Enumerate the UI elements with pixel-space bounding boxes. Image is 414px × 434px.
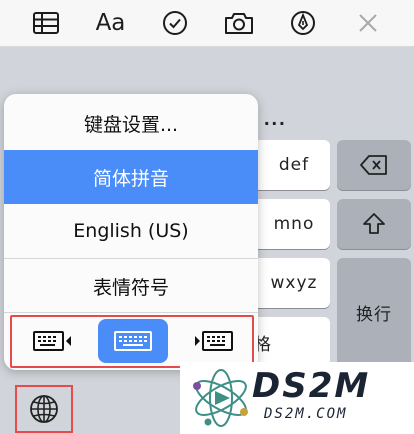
key-mno[interactable]: mno xyxy=(258,199,330,249)
globe-icon xyxy=(30,395,58,423)
camera-icon[interactable] xyxy=(222,6,256,40)
atom-logo-icon xyxy=(193,369,248,427)
more-candidates-indicator[interactable]: ... xyxy=(264,108,287,131)
watermark-brand: DS2M xyxy=(252,366,371,406)
left-handed-keyboard-icon xyxy=(33,331,71,351)
keyboard-mode-selector xyxy=(10,315,254,368)
markup-pen-icon[interactable] xyxy=(286,6,320,40)
checklist-icon[interactable] xyxy=(158,6,192,40)
menu-item-keyboard-settings[interactable]: 键盘设置... xyxy=(4,96,258,150)
full-keyboard-icon xyxy=(114,331,152,351)
shift-icon xyxy=(363,213,385,234)
key-wxyz[interactable]: wxyz xyxy=(258,258,330,308)
globe-key[interactable] xyxy=(15,385,73,433)
left-handed-keyboard-button[interactable] xyxy=(18,319,88,363)
format-text-icon[interactable]: Aa xyxy=(93,6,127,40)
shift-key[interactable] xyxy=(337,199,411,249)
menu-item-simplified-pinyin[interactable]: 简体拼音 xyxy=(4,150,258,204)
key-def[interactable]: def xyxy=(258,140,330,190)
return-key[interactable]: 换行 xyxy=(337,258,411,367)
menu-item-english-us[interactable]: English (US) xyxy=(4,204,258,258)
return-key-label: 换行 xyxy=(356,305,392,325)
full-keyboard-button[interactable] xyxy=(98,319,168,363)
backspace-icon xyxy=(360,155,387,175)
delete-key[interactable] xyxy=(337,140,411,190)
key-space[interactable]: 格 xyxy=(250,317,330,367)
right-handed-keyboard-button[interactable] xyxy=(178,319,248,363)
watermark: DS2M DS2M.COM xyxy=(180,362,414,434)
menu-item-emoji[interactable]: 表情符号 xyxy=(4,259,258,313)
table-icon[interactable] xyxy=(29,6,63,40)
close-icon[interactable] xyxy=(351,6,385,40)
notes-toolbar: Aa xyxy=(0,0,414,47)
watermark-url: DS2M.COM xyxy=(264,406,348,422)
right-handed-keyboard-icon xyxy=(195,331,233,351)
